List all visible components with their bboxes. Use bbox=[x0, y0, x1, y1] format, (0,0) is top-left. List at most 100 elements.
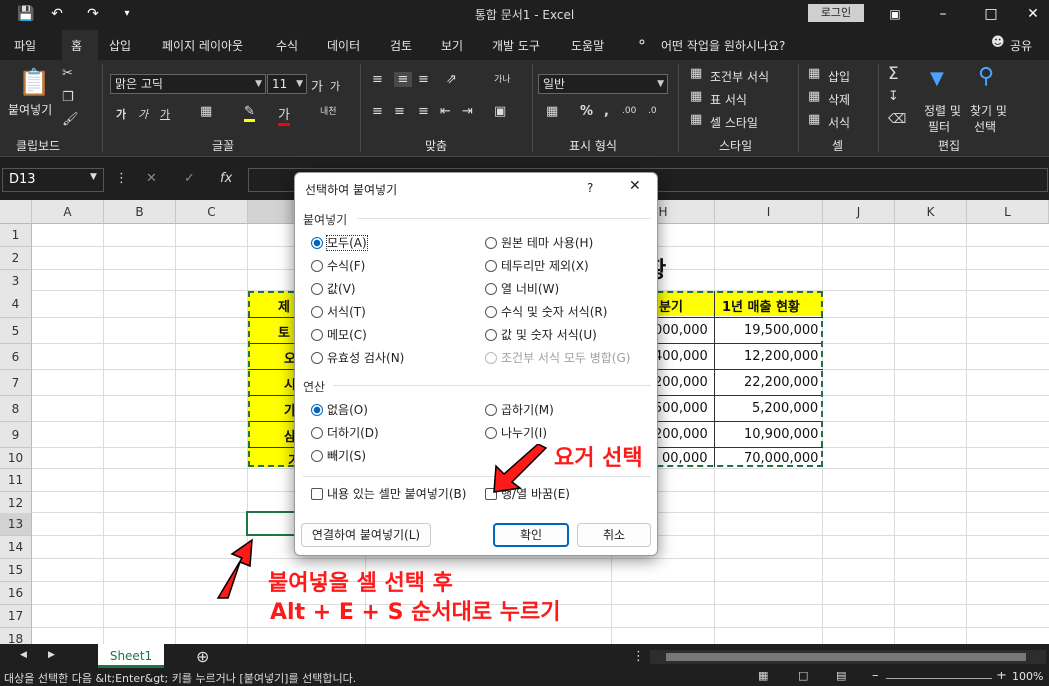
format-cells-icon[interactable]: ▦ bbox=[808, 112, 820, 127]
merge-center-icon[interactable]: ▣ bbox=[494, 104, 506, 119]
paste-formats-radio[interactable]: 서식(T) bbox=[311, 305, 366, 319]
table-format-icon[interactable]: ▦ bbox=[690, 89, 702, 104]
row-header[interactable]: 18 bbox=[0, 628, 32, 644]
copy-icon[interactable]: ❐ bbox=[62, 90, 74, 105]
format-cells-button[interactable]: 서식 bbox=[828, 114, 850, 131]
delete-cells-button[interactable]: 삭제 bbox=[828, 91, 850, 108]
col-header-i[interactable]: I bbox=[715, 200, 823, 224]
sort-filter-button[interactable]: 정렬 및 bbox=[924, 102, 961, 119]
align-top-icon[interactable]: ≡ bbox=[372, 72, 383, 87]
row-header[interactable]: 15 bbox=[0, 559, 32, 582]
tell-me-search[interactable]: 어떤 작업을 원하시나요? bbox=[661, 37, 785, 54]
row-header[interactable]: 8 bbox=[0, 396, 32, 422]
name-box[interactable]: D13 bbox=[2, 168, 104, 192]
share-button[interactable]: 공유 bbox=[1010, 37, 1032, 54]
autosum-icon[interactable]: Σ bbox=[888, 64, 899, 84]
orientation-icon[interactable]: ⇗ bbox=[446, 72, 457, 87]
border-icon[interactable]: ▦ bbox=[200, 104, 212, 119]
insert-cells-icon[interactable]: ▦ bbox=[808, 66, 820, 81]
align-center-icon[interactable]: ≡ bbox=[394, 104, 405, 119]
row-header[interactable]: 6 bbox=[0, 344, 32, 370]
zoom-slider[interactable] bbox=[886, 678, 992, 679]
bold-icon[interactable]: 가 bbox=[116, 106, 126, 122]
decrease-decimal-icon[interactable]: .0 bbox=[648, 106, 657, 116]
help-button[interactable]: ? bbox=[587, 181, 593, 195]
cut-icon[interactable]: ✂ bbox=[62, 66, 73, 81]
font-name-combo[interactable]: 맑은 고딕 ▼ bbox=[110, 74, 266, 94]
cell-style-button[interactable]: 셀 스타일 bbox=[710, 114, 758, 131]
normal-view-icon[interactable]: ▦ bbox=[758, 672, 768, 682]
scrollbar-thumb[interactable] bbox=[666, 653, 1026, 661]
skip-blanks-checkbox[interactable]: 내용 있는 셀만 붙여넣기(B) bbox=[311, 487, 466, 501]
row-header[interactable]: 5 bbox=[0, 318, 32, 344]
col-header-b[interactable]: B bbox=[104, 200, 176, 224]
font-color-icon[interactable]: 가 bbox=[278, 104, 290, 126]
underline-icon[interactable]: 가 bbox=[160, 106, 170, 122]
paste-icon[interactable]: 📋 bbox=[18, 68, 50, 98]
insert-function-icon[interactable]: fx bbox=[220, 171, 232, 186]
tab-data[interactable]: 데이터 bbox=[327, 37, 360, 54]
tab-help[interactable]: 도움말 bbox=[571, 37, 604, 54]
paste-formulas-radio[interactable]: 수식(F) bbox=[311, 259, 365, 273]
italic-icon[interactable]: 가 bbox=[138, 106, 148, 122]
close-icon[interactable]: ✕ bbox=[1024, 5, 1042, 23]
row-header[interactable]: 2 bbox=[0, 247, 32, 270]
minimize-icon[interactable]: – bbox=[934, 5, 952, 23]
find-select-icon[interactable]: ⚲ bbox=[978, 64, 994, 89]
find-select-button[interactable]: 찾기 및 bbox=[970, 102, 1007, 119]
delete-cells-icon[interactable]: ▦ bbox=[808, 89, 820, 104]
increase-indent-icon[interactable]: ⇥ bbox=[462, 104, 473, 119]
horizontal-scrollbar[interactable] bbox=[650, 650, 1046, 664]
row-header[interactable]: 4 bbox=[0, 291, 32, 318]
row-header[interactable]: 12 bbox=[0, 492, 32, 515]
sort-filter-button-line2[interactable]: 필터 bbox=[928, 118, 950, 135]
row-header[interactable]: 17 bbox=[0, 605, 32, 628]
format-painter-icon[interactable]: 🖌 bbox=[62, 112, 79, 127]
next-sheet-icon[interactable]: ▶ bbox=[48, 650, 55, 660]
paste-except-borders-radio[interactable]: 테두리만 제외(X) bbox=[485, 259, 589, 273]
shrink-font-icon[interactable]: 가 bbox=[330, 78, 340, 94]
number-format-combo[interactable]: 일반 ▼ bbox=[538, 74, 668, 94]
zoom-out-icon[interactable]: – bbox=[872, 672, 879, 683]
tab-review[interactable]: 검토 bbox=[390, 37, 412, 54]
paste-link-button[interactable]: 연결하여 붙여넣기(L) bbox=[301, 523, 431, 547]
percent-icon[interactable]: % bbox=[580, 104, 593, 119]
align-right-icon[interactable]: ≡ bbox=[418, 104, 429, 119]
accounting-icon[interactable]: ▦ bbox=[546, 104, 558, 119]
comma-icon[interactable]: , bbox=[604, 104, 609, 119]
add-sheet-icon[interactable]: ⊕ bbox=[196, 647, 209, 666]
select-all-corner[interactable] bbox=[0, 200, 32, 224]
paste-source-theme-radio[interactable]: 원본 테마 사용(H) bbox=[485, 236, 593, 250]
conditional-format-icon[interactable]: ▦ bbox=[690, 66, 702, 81]
row-header[interactable]: 10 bbox=[0, 448, 32, 469]
cancel-formula-icon[interactable]: ✕ bbox=[146, 171, 157, 186]
conditional-format-button[interactable]: 조건부 서식 bbox=[710, 68, 769, 85]
row-header[interactable]: 9 bbox=[0, 422, 32, 448]
page-break-view-icon[interactable]: ▤ bbox=[836, 672, 846, 682]
paste-formulas-numbers-radio[interactable]: 수식 및 숫자 서식(R) bbox=[485, 305, 607, 319]
fill-color-icon[interactable]: ✎ bbox=[244, 104, 255, 122]
find-select-button-line2[interactable]: 선택 bbox=[974, 118, 996, 135]
cancel-button[interactable]: 취소 bbox=[577, 523, 651, 547]
row-header[interactable]: 11 bbox=[0, 469, 32, 492]
op-divide-radio[interactable]: 나누기(I) bbox=[485, 426, 547, 440]
prev-sheet-icon[interactable]: ◀ bbox=[20, 650, 27, 660]
sort-filter-icon[interactable]: ▼ bbox=[930, 68, 944, 89]
align-bottom-icon[interactable]: ≡ bbox=[418, 72, 429, 87]
wrap-text-icon[interactable]: 가나 bbox=[494, 72, 511, 85]
tab-developer[interactable]: 개발 도구 bbox=[492, 37, 540, 54]
paste-validation-radio[interactable]: 유효성 검사(N) bbox=[311, 351, 404, 365]
fill-icon[interactable]: ↧ bbox=[888, 89, 899, 104]
align-left-icon[interactable]: ≡ bbox=[372, 104, 383, 119]
tab-insert[interactable]: 삽입 bbox=[109, 37, 131, 54]
col-header-k[interactable]: K bbox=[895, 200, 967, 224]
row-header[interactable]: 1 bbox=[0, 224, 32, 247]
tab-view[interactable]: 보기 bbox=[441, 37, 463, 54]
decrease-indent-icon[interactable]: ⇤ bbox=[440, 104, 451, 119]
sheet-tab-sheet1[interactable]: Sheet1 bbox=[98, 644, 164, 668]
close-icon[interactable]: ✕ bbox=[629, 179, 641, 193]
op-subtract-radio[interactable]: 빼기(S) bbox=[311, 449, 366, 463]
row-header[interactable]: 7 bbox=[0, 370, 32, 396]
font-size-combo[interactable]: 11 ▼ bbox=[267, 74, 307, 94]
op-multiply-radio[interactable]: 곱하기(M) bbox=[485, 403, 554, 417]
